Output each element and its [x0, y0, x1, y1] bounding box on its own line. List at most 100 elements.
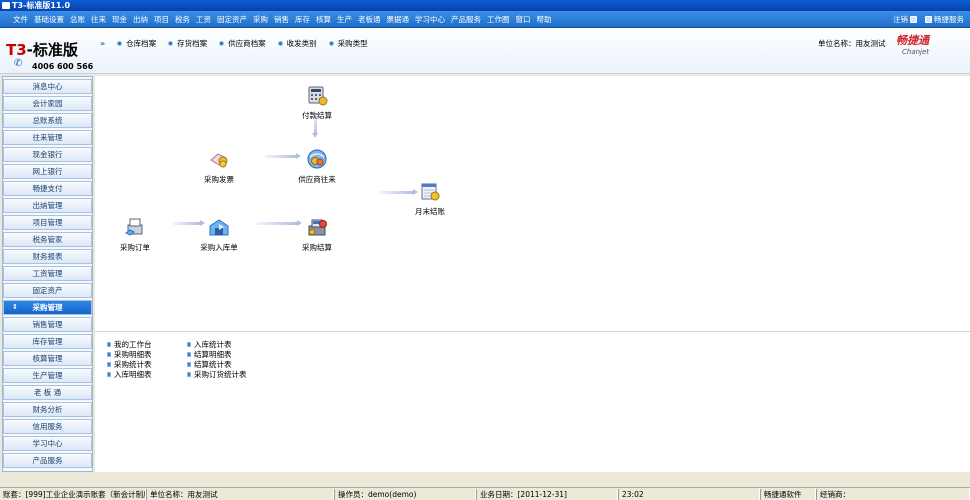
- menu-sales[interactable]: 销售: [271, 11, 292, 28]
- menu-costing[interactable]: 核算: [313, 11, 334, 28]
- bullet-icon: [219, 41, 225, 46]
- sidebar-item-purchase[interactable]: ⇕ 采购管理: [3, 300, 92, 315]
- document-icon: [187, 351, 191, 357]
- menu-product-service[interactable]: 产品服务: [448, 11, 484, 28]
- chanjet-service-link[interactable]: 畅捷服务: [925, 14, 964, 25]
- sidebar-item-inventory[interactable]: 库存管理: [3, 334, 92, 349]
- menu-production[interactable]: 生产: [334, 11, 355, 28]
- invoice-icon: [208, 148, 230, 170]
- bullet-icon: [277, 41, 283, 46]
- sidebar-item-tax-manager[interactable]: 税务管家: [3, 232, 92, 247]
- window-title: T3-标准版11.0: [12, 1, 71, 10]
- menu-bills[interactable]: 票据通: [384, 11, 413, 28]
- node-payment-settlement[interactable]: 付款结算: [287, 84, 347, 121]
- menu-inventory[interactable]: 库存: [292, 11, 313, 28]
- menu-fixed-assets[interactable]: 固定资产: [214, 11, 250, 28]
- menu-project[interactable]: 项目: [151, 11, 172, 28]
- purchase-flow-diagram: 付款结算 采购发票 供应商往来 月末结账 采购订单 采购入库单 采购结算: [95, 76, 970, 332]
- product-logo: T3-标准版 ✆ 4006 600 566: [4, 30, 94, 72]
- logout-label: 注销: [893, 15, 908, 24]
- unit-name: 单位名称：用友测试: [818, 39, 886, 48]
- report-receipt-statistics[interactable]: 入库统计表: [187, 339, 277, 349]
- sidebar-item-financial-reports[interactable]: 财务报表: [3, 249, 92, 264]
- chanjet-service-label: 畅捷服务: [934, 15, 964, 24]
- menu-bar: 文件 基础设置 总账 往来 现金 出纳 项目 税务 工资 固定资产 采购 销售 …: [0, 11, 970, 28]
- section-divider: [95, 331, 970, 332]
- status-bar: 账套：[999]工业企业演示账套（新会计制度） 单位名称：用友测试 操作员：de…: [0, 487, 970, 500]
- node-purchase-order[interactable]: 采购订单: [105, 216, 165, 253]
- report-order-statistics[interactable]: 采购订货统计表: [187, 369, 277, 379]
- sidebar-item-cashier[interactable]: 出纳管理: [3, 198, 92, 213]
- status-business-date: 业务日期：[2011-12-31]: [476, 489, 618, 500]
- quicknav-purchase-type[interactable]: 采购类型: [328, 38, 368, 49]
- status-software: 畅捷通软件: [760, 489, 816, 500]
- menu-general-ledger[interactable]: 总账: [67, 11, 88, 28]
- report-purchase-detail[interactable]: 采购明细表: [107, 349, 197, 359]
- menu-basic-settings[interactable]: 基础设置: [31, 11, 67, 28]
- sidebar-item-project[interactable]: 项目管理: [3, 215, 92, 230]
- quick-nav: » 仓库档案 存货档案 供应商档案 收发类别 采购类型: [100, 38, 380, 49]
- sidebar-item-production[interactable]: 生产管理: [3, 368, 92, 383]
- sidebar-item-product-service[interactable]: 产品服务: [3, 453, 92, 468]
- menu-purchase[interactable]: 采购: [250, 11, 271, 28]
- sidebar-item-financial-analysis[interactable]: 财务分析: [3, 402, 92, 417]
- sidebar-item-credit-service[interactable]: 信用服务: [3, 419, 92, 434]
- status-unit: 单位名称：用友测试: [146, 489, 334, 500]
- sidebar-item-fixed-assets[interactable]: 固定资产: [3, 283, 92, 298]
- sidebar-item-costing[interactable]: 核算管理: [3, 351, 92, 366]
- sidebar-item-sales[interactable]: 销售管理: [3, 317, 92, 332]
- menu-boss[interactable]: 老板通: [355, 11, 384, 28]
- hotline-number: 4006 600 566: [32, 62, 94, 71]
- menu-cashier[interactable]: 出纳: [130, 11, 151, 28]
- report-purchase-statistics[interactable]: 采购统计表: [107, 359, 197, 369]
- menu-file[interactable]: 文件: [10, 11, 31, 28]
- menu-tax[interactable]: 税务: [172, 11, 193, 28]
- double-chevron-icon[interactable]: »: [100, 39, 105, 48]
- menu-cash[interactable]: 现金: [109, 11, 130, 28]
- sidebar-item-payroll[interactable]: 工资管理: [3, 266, 92, 281]
- sidebar-item-learning-center[interactable]: 学习中心: [3, 436, 92, 451]
- document-icon: [107, 361, 111, 367]
- node-purchase-invoice[interactable]: 采购发票: [189, 148, 249, 185]
- app-icon: [2, 2, 10, 9]
- sidebar-item-accounting-home[interactable]: 会计家园: [3, 96, 92, 111]
- menu-payroll[interactable]: 工资: [193, 11, 214, 28]
- sidebar-item-chanjet-pay[interactable]: 畅捷支付: [3, 181, 92, 196]
- sidebar-item-boss[interactable]: 老 板 通: [3, 385, 92, 400]
- node-purchase-settlement[interactable]: 采购结算: [287, 216, 347, 253]
- sidebar-item-message-center[interactable]: 消息中心: [3, 79, 92, 94]
- quicknav-stock-archive[interactable]: 存货档案: [168, 38, 207, 49]
- menu-receivables[interactable]: 往来: [88, 11, 109, 28]
- node-month-end-closing[interactable]: 月末结账: [400, 180, 460, 217]
- report-settlement-statistics[interactable]: 结算统计表: [187, 359, 277, 369]
- document-icon: [107, 341, 111, 347]
- quicknav-transaction-type[interactable]: 收发类别: [277, 38, 317, 49]
- collapse-icon: ⇕: [12, 303, 18, 311]
- node-supplier-account[interactable]: 供应商往来: [287, 148, 347, 185]
- bullet-icon: [328, 41, 334, 46]
- logout-link[interactable]: 注销: [893, 14, 917, 25]
- menu-learning[interactable]: 学习中心: [412, 11, 448, 28]
- node-purchase-receipt[interactable]: 采购入库单: [189, 216, 249, 253]
- bullet-icon: [117, 41, 123, 46]
- brand-en: Chanjet: [902, 48, 930, 56]
- sidebar-item-receivables[interactable]: 往来管理: [3, 130, 92, 145]
- quicknav-supplier-archive[interactable]: 供应商档案: [219, 38, 266, 49]
- sidebar: 消息中心 会计家园 总账系统 往来管理 现金银行 网上银行 畅捷支付 出纳管理 …: [2, 76, 93, 472]
- sidebar-item-general-ledger[interactable]: 总账系统: [3, 113, 92, 128]
- quicknav-warehouse-archive[interactable]: 仓库档案: [117, 38, 156, 49]
- report-my-workbench[interactable]: 我的工作台: [107, 339, 197, 349]
- sidebar-item-online-bank[interactable]: 网上银行: [3, 164, 92, 179]
- document-icon: [187, 361, 191, 367]
- service-icon: [925, 16, 932, 23]
- phone-icon: ✆: [14, 58, 23, 69]
- menu-work-circle[interactable]: 工作圈: [484, 11, 513, 28]
- report-receipt-detail[interactable]: 入库明细表: [107, 369, 197, 379]
- menu-help[interactable]: 帮助: [534, 11, 555, 28]
- logout-icon: [910, 16, 917, 23]
- status-operator: 操作员：demo(demo): [334, 489, 476, 500]
- report-settlement-detail[interactable]: 结算明细表: [187, 349, 277, 359]
- sidebar-item-cash-bank[interactable]: 现金银行: [3, 147, 92, 162]
- cash-register-icon: [306, 216, 328, 238]
- menu-window[interactable]: 窗口: [513, 11, 534, 28]
